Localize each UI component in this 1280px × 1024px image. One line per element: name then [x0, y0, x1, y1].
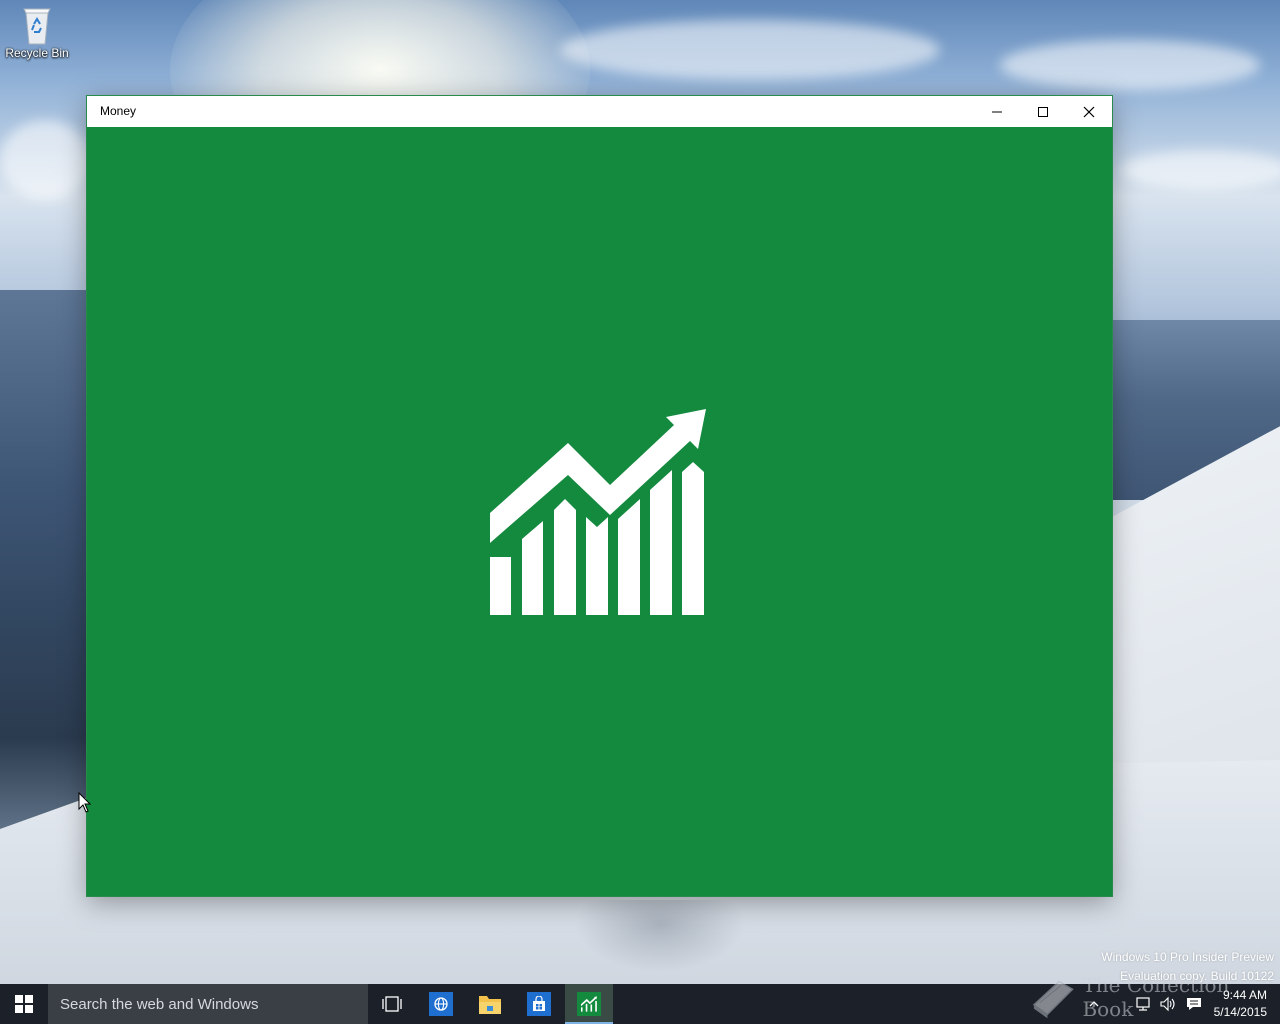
wallpaper-cloud [0, 120, 90, 200]
taskbar: Search the web and Windows 9:44 AM 5/14/… [0, 984, 1280, 1024]
os-build-watermark: Windows 10 Pro Insider Preview Evaluatio… [1101, 948, 1274, 986]
close-icon [1083, 106, 1095, 117]
taskbar-store[interactable] [515, 984, 563, 1024]
task-view-button[interactable] [368, 984, 416, 1024]
clock-date: 5/14/2015 [1213, 1005, 1267, 1019]
volume-icon [1160, 996, 1175, 1012]
maximize-button[interactable] [1020, 96, 1066, 127]
wallpaper-footprints [560, 900, 760, 980]
taskbar-clock[interactable]: 9:44 AM 5/14/2015 [1214, 987, 1267, 1021]
search-box[interactable]: Search the web and Windows [48, 984, 368, 1024]
watermark-line-1: Windows 10 Pro Insider Preview [1101, 950, 1274, 964]
action-center-icon [1187, 998, 1201, 1010]
action-center-button[interactable] [1184, 994, 1204, 1014]
windows-logo-icon [15, 995, 33, 1013]
show-hidden-icons-button[interactable] [1088, 994, 1100, 1014]
chevron-up-icon [1089, 1001, 1099, 1007]
taskbar-internet-explorer[interactable] [417, 984, 465, 1024]
maximize-icon [1038, 106, 1048, 117]
wallpaper-cloud [1000, 40, 1260, 90]
volume-button[interactable] [1158, 994, 1178, 1014]
money-app-window: Money [87, 96, 1112, 896]
taskbar-money[interactable] [565, 984, 613, 1024]
taskbar-file-explorer[interactable] [466, 984, 514, 1024]
wallpaper-mountain-left [0, 290, 100, 850]
rising-chart-icon [577, 992, 601, 1016]
recycle-bin-icon [23, 8, 51, 45]
system-tray: 9:44 AM 5/14/2015 [1080, 984, 1280, 1024]
window-titlebar[interactable]: Money [87, 96, 1112, 127]
store-bag-icon [527, 992, 551, 1016]
rising-chart-icon [490, 409, 706, 615]
clock-time: 9:44 AM [1222, 988, 1267, 1002]
folder-icon [479, 996, 501, 1014]
minimize-icon [992, 111, 1002, 112]
task-view-icon [382, 996, 402, 1012]
network-icon [1136, 997, 1150, 1011]
mouse-cursor-icon [78, 792, 92, 813]
desktop-icon-recycle-bin[interactable]: Recycle Bin [4, 6, 70, 74]
wallpaper-cloud [1120, 150, 1280, 190]
network-button[interactable] [1134, 994, 1154, 1014]
globe-icon [429, 992, 453, 1016]
window-title: Money [100, 104, 137, 118]
start-button[interactable] [0, 984, 48, 1024]
splash-screen [87, 127, 1112, 896]
desktop-icon-label: Recycle Bin [5, 46, 69, 60]
wallpaper-cloud [560, 20, 940, 80]
close-button[interactable] [1066, 96, 1112, 127]
minimize-button[interactable] [974, 96, 1020, 127]
search-placeholder: Search the web and Windows [60, 996, 259, 1013]
